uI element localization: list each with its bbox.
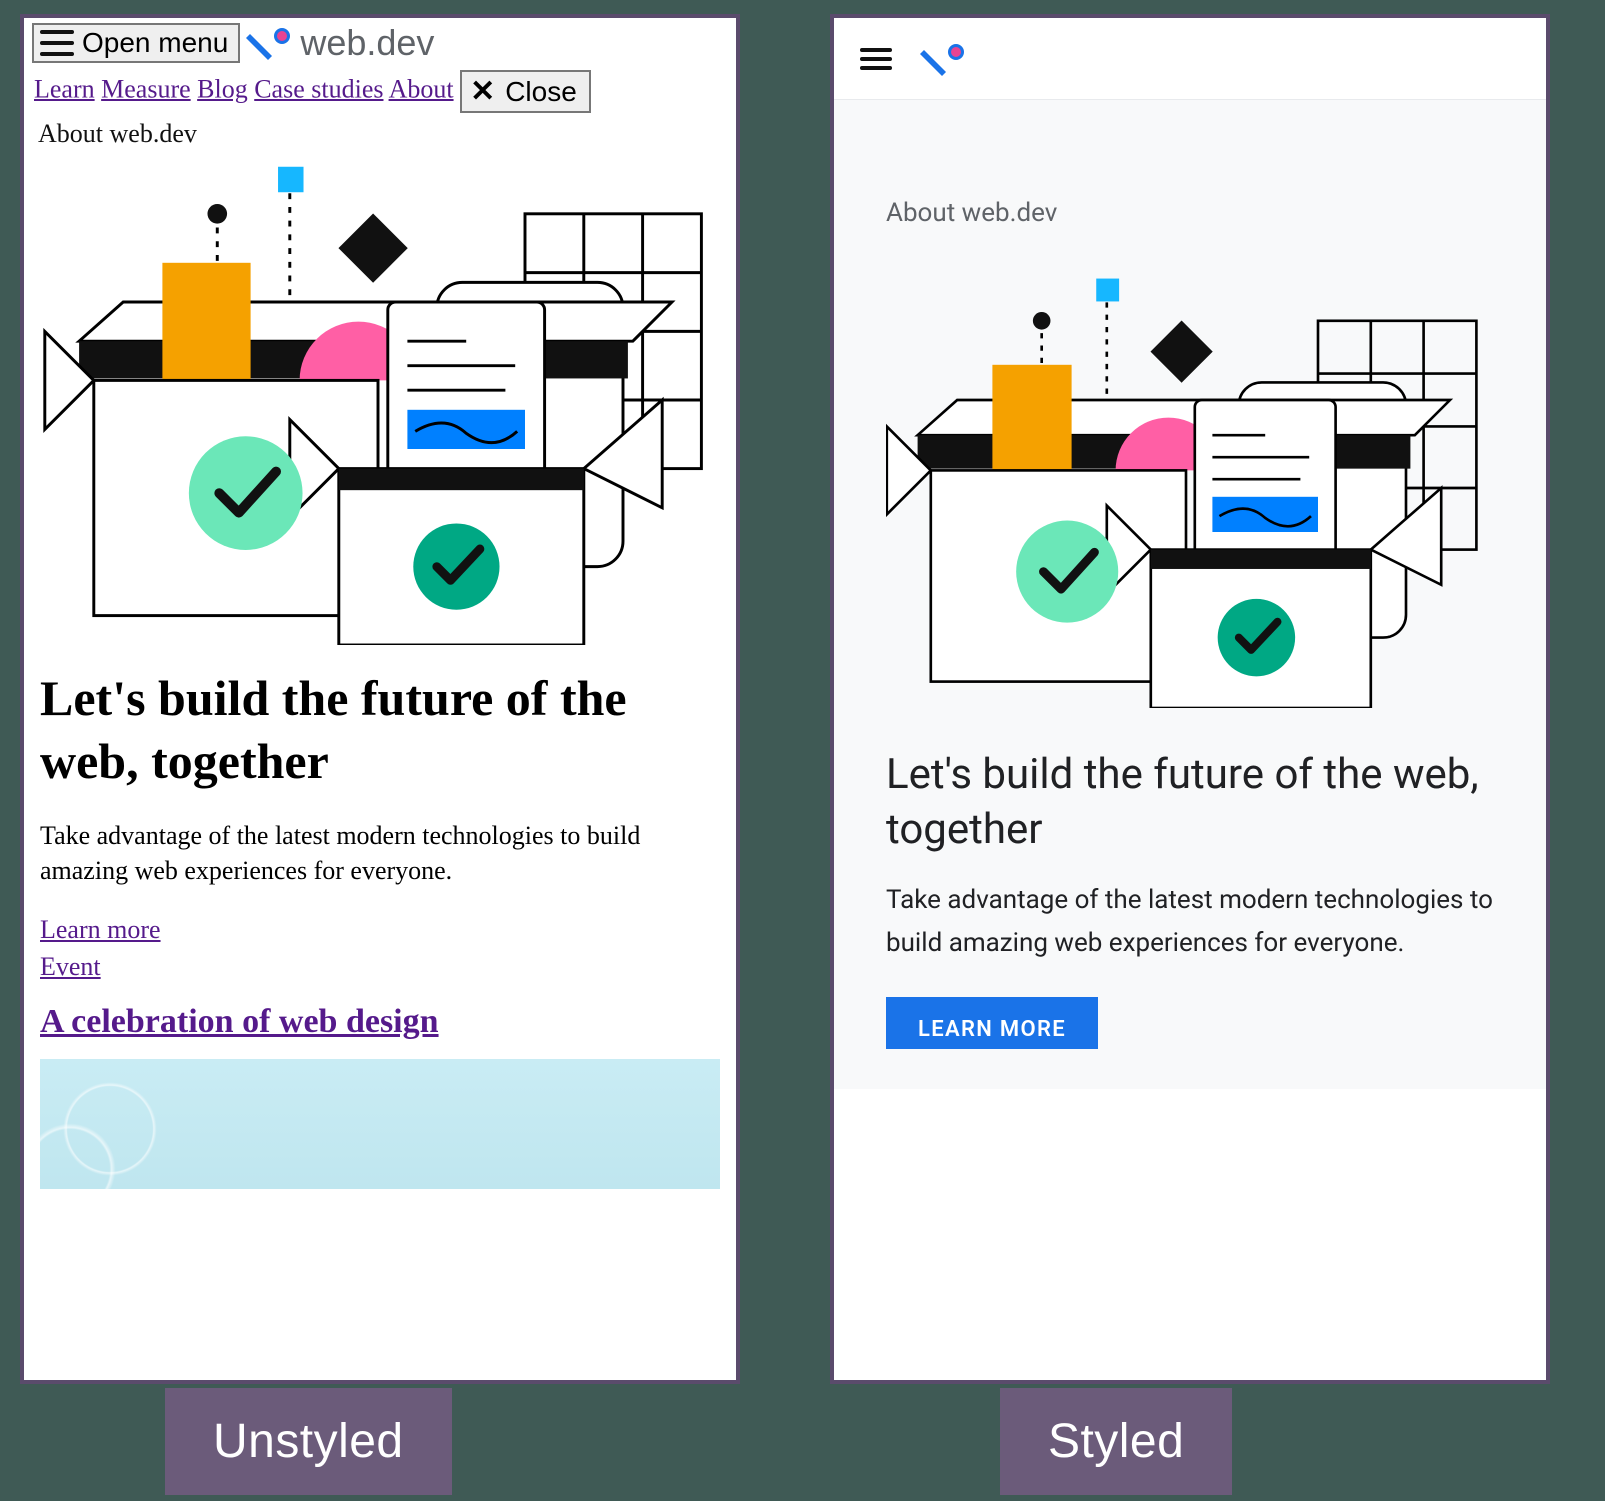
close-label: Close — [505, 76, 577, 108]
event-heading-link[interactable]: A celebration of web design — [40, 1003, 439, 1040]
styled-screenshot: About web.dev — [830, 14, 1550, 1384]
learn-more-link[interactable]: Learn more — [40, 912, 720, 948]
styled-appbar — [834, 18, 1546, 100]
event-link[interactable]: Event — [40, 949, 720, 985]
hero-illustration — [24, 155, 736, 645]
hero-headline: Let's build the future of the web, toget… — [24, 645, 736, 804]
webdev-logo-icon[interactable] — [920, 38, 968, 80]
nav-case-studies[interactable]: Case studies — [254, 74, 383, 103]
eyebrow-text: About web.dev — [886, 198, 1494, 228]
hamburger-icon — [40, 30, 74, 56]
nav-measure[interactable]: Measure — [101, 74, 191, 103]
close-icon: ✕ — [470, 74, 495, 109]
nav-about[interactable]: About — [389, 74, 454, 103]
unstyled-link-list: Learn more Event — [24, 898, 736, 989]
open-menu-label: Open menu — [82, 27, 228, 59]
webdev-logo-icon — [246, 22, 294, 64]
hero-illustration — [886, 268, 1494, 708]
eyebrow-text: About web.dev — [24, 119, 736, 155]
logo-text: web.dev — [300, 22, 434, 64]
unstyled-screenshot: Open menu web.dev Learn Measure Blog Cas… — [20, 14, 740, 1384]
hero-subhead: Take advantage of the latest modern tech… — [24, 804, 736, 898]
hamburger-icon[interactable] — [860, 48, 892, 70]
event-image — [40, 1059, 720, 1189]
nav-blog[interactable]: Blog — [197, 74, 248, 103]
open-menu-button[interactable]: Open menu — [32, 23, 240, 63]
caption-styled: Styled — [1000, 1388, 1232, 1495]
close-menu-button[interactable]: ✕ Close — [460, 70, 591, 113]
caption-unstyled: Unstyled — [165, 1388, 452, 1495]
unstyled-nav: Learn Measure Blog Case studies About ✕ … — [24, 64, 736, 119]
hero-subhead: Take advantage of the latest modern tech… — [886, 879, 1494, 997]
hero-headline: Let's build the future of the web, toget… — [886, 738, 1494, 879]
styled-hero: About web.dev — [834, 100, 1546, 1089]
learn-more-button[interactable]: LEARN MORE — [886, 997, 1098, 1049]
unstyled-topbar: Open menu web.dev — [24, 18, 736, 64]
nav-learn[interactable]: Learn — [34, 74, 95, 103]
event-heading: A celebration of web design — [24, 989, 736, 1059]
